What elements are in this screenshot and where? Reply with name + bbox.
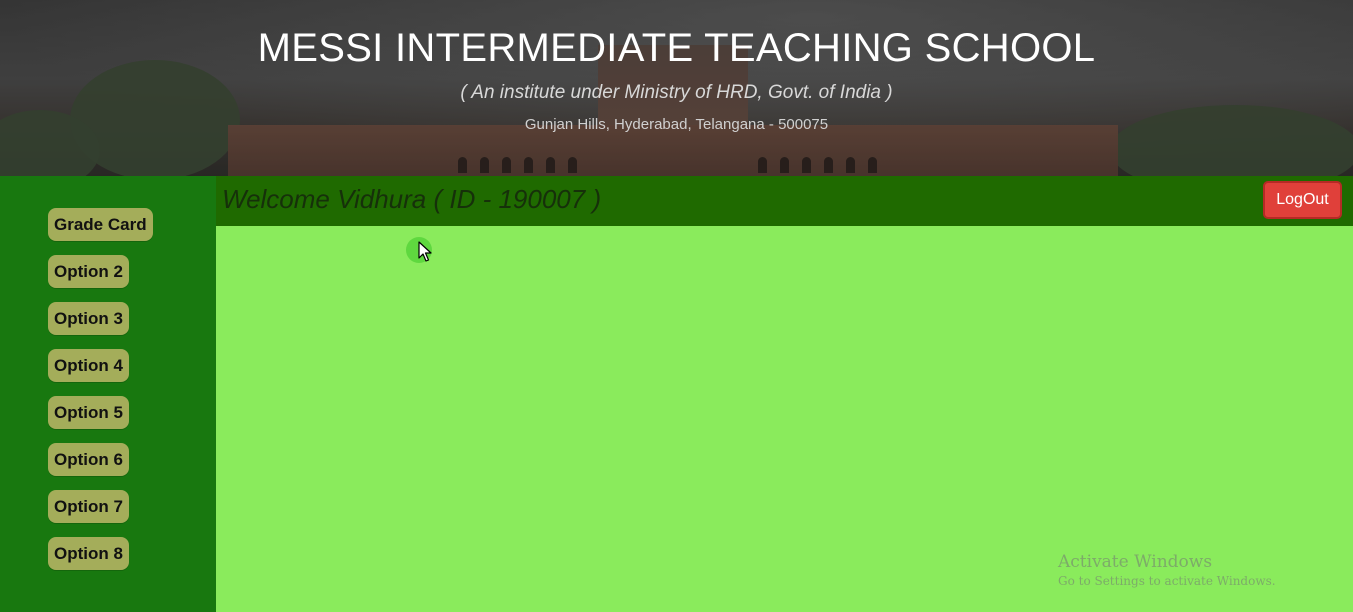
sidebar: Grade Card Option 2 Option 3 Option 4 Op… xyxy=(0,176,216,612)
sidebar-item-option-6[interactable]: Option 6 xyxy=(48,443,129,476)
sidebar-item-option-7[interactable]: Option 7 xyxy=(48,490,129,523)
page-title: MESSI INTERMEDIATE TEACHING SCHOOL xyxy=(257,26,1096,70)
watermark-line-2: Go to Settings to activate Windows. xyxy=(1058,574,1276,588)
header-banner: MESSI INTERMEDIATE TEACHING SCHOOL ( An … xyxy=(0,0,1353,176)
sidebar-item-option-8[interactable]: Option 8 xyxy=(48,537,129,570)
sidebar-item-option-4[interactable]: Option 4 xyxy=(48,349,129,382)
watermark-line-1: Activate Windows xyxy=(1058,552,1213,572)
sidebar-item-grade-card[interactable]: Grade Card xyxy=(48,208,153,241)
mouse-pointer-icon xyxy=(418,241,432,262)
sidebar-item-option-5[interactable]: Option 5 xyxy=(48,396,129,429)
welcome-bar: Welcome Vidhura ( ID - 190007 ) LogOut xyxy=(216,176,1353,226)
sidebar-item-option-2[interactable]: Option 2 xyxy=(48,255,129,288)
logout-button[interactable]: LogOut xyxy=(1263,181,1342,219)
sidebar-item-option-3[interactable]: Option 3 xyxy=(48,302,129,335)
activate-windows-watermark: Activate Windows Go to Settings to activ… xyxy=(1058,552,1276,588)
school-address: Gunjan Hills, Hyderabad, Telangana - 500… xyxy=(524,116,829,133)
page-subtitle: ( An institute under Ministry of HRD, Go… xyxy=(460,82,893,103)
welcome-message: Welcome Vidhura ( ID - 190007 ) xyxy=(222,184,602,214)
